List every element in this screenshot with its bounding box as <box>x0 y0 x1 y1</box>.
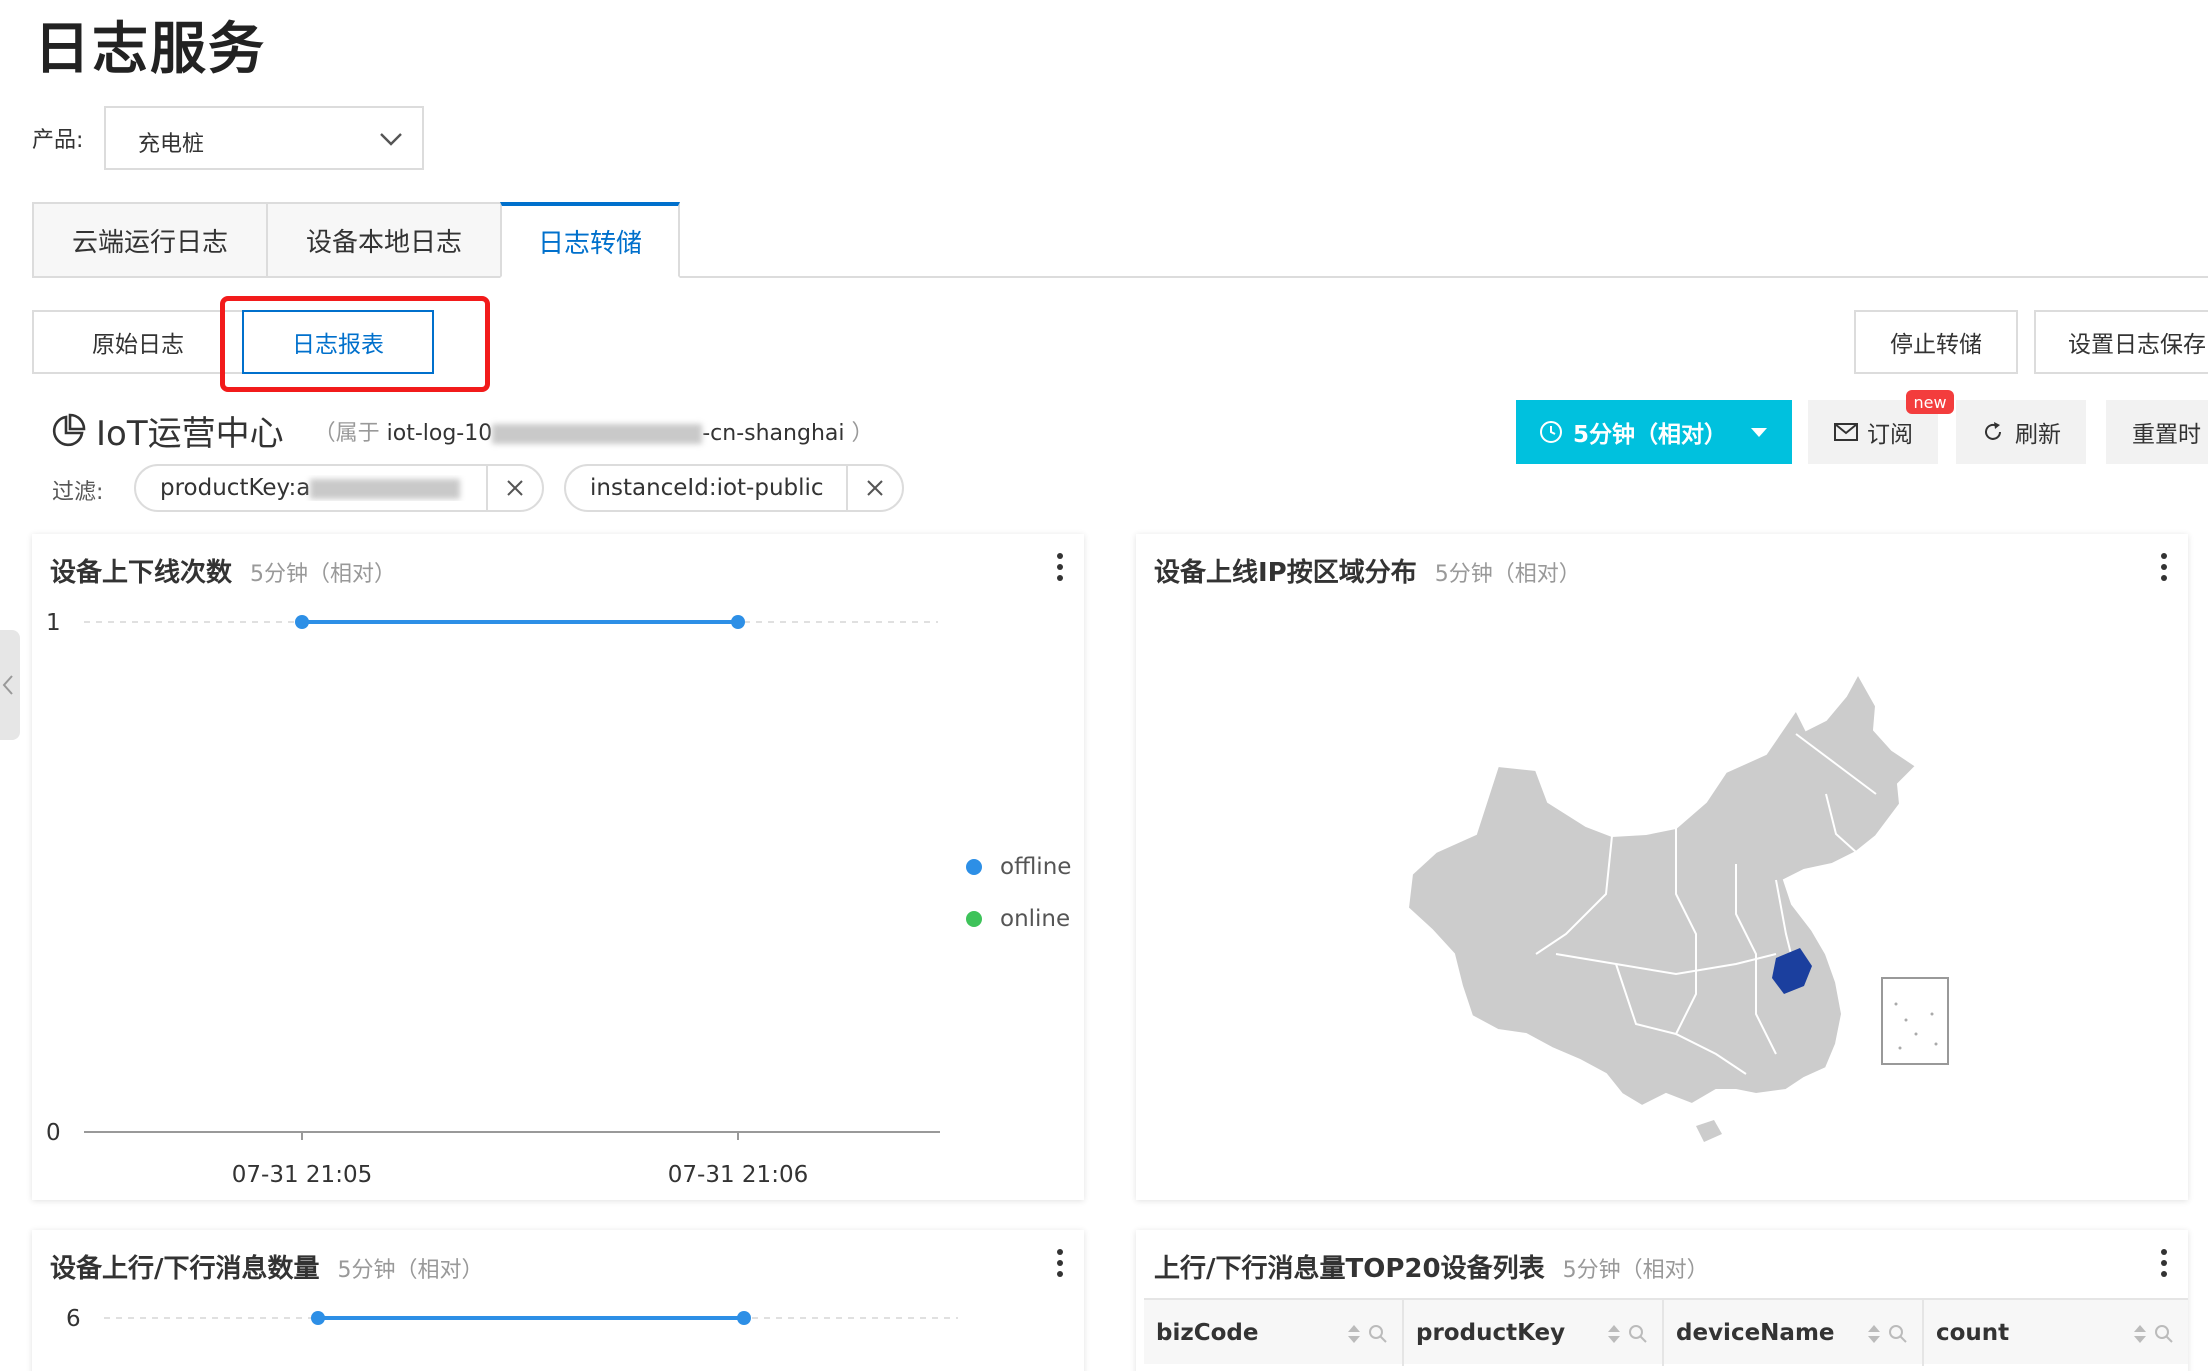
close-icon <box>867 480 883 496</box>
china-region-map <box>1406 671 1949 1142</box>
panel-online-count: 设备上下线次数 5分钟（相对） 1 0 07-31 21:05 07-31 21:06 … <box>32 534 1084 1200</box>
product-label: 产品: <box>32 128 84 153</box>
new-badge: new <box>1906 390 1954 414</box>
remove-filter-button[interactable] <box>486 466 542 510</box>
filter-label: 过滤: <box>52 480 104 505</box>
dashboard-header: IoT运营中心 （属于 iot-log-10 -cn-shanghai ） <box>50 406 874 455</box>
data-point-offline <box>731 615 745 629</box>
blurred-region <box>492 423 703 444</box>
close-icon <box>507 480 523 496</box>
x-tick-label: 07-31 21:05 <box>232 1162 372 1188</box>
column-header-devicename[interactable]: deviceName <box>1664 1300 1924 1366</box>
table-header: bizCode productKey deviceName count <box>1144 1298 2188 1366</box>
remove-filter-button[interactable] <box>846 466 902 510</box>
refresh-icon <box>1985 422 2001 440</box>
stop-dump-button[interactable]: 停止转储 <box>1854 310 2018 374</box>
mail-icon <box>1834 423 1858 441</box>
blurred-region <box>310 478 461 499</box>
y-tick-label: 6 <box>66 1306 81 1332</box>
subscribe-label: 订阅 <box>1867 422 1913 448</box>
tab-cloud-log[interactable]: 云端运行日志 <box>32 202 268 278</box>
data-point <box>737 1311 751 1325</box>
sort-filter-icon[interactable] <box>1864 1322 1910 1346</box>
column-header-count[interactable]: count <box>1924 1300 2188 1366</box>
filter-chip-instance-id: instanceId:iot-public <box>564 464 904 512</box>
map-mainland <box>1406 671 1918 1108</box>
filter-chip-text: productKey:a <box>136 475 486 501</box>
refresh-label: 刷新 <box>2015 422 2061 448</box>
column-header-bizcode[interactable]: bizCode <box>1144 1300 1404 1366</box>
sidebar-collapse-handle[interactable] <box>0 630 20 740</box>
product-select-value: 充电桩 <box>138 132 205 157</box>
tab-device-local-log[interactable]: 设备本地日志 <box>266 202 502 278</box>
tab-log-dump[interactable]: 日志转储 <box>500 202 680 278</box>
owner-project-id: iot-log-10 <box>386 420 493 446</box>
panel-top20: 上行/下行消息量TOP20设备列表 5分钟（相对） bizCode product… <box>1136 1230 2188 1371</box>
filter-chip-text: instanceId:iot-public <box>590 475 824 501</box>
data-point <box>311 1311 325 1325</box>
time-range-button[interactable]: 5分钟（相对） <box>1516 400 1792 464</box>
y-tick-label: 1 <box>46 610 61 636</box>
legend-dot <box>966 911 982 927</box>
panel-title: 上行/下行消息量TOP20设备列表 5分钟（相对） <box>1154 1254 1709 1284</box>
map-hainan <box>1696 1120 1722 1142</box>
chevron-down-icon <box>380 133 402 146</box>
map-south-sea-inset <box>1881 977 1949 1065</box>
log-tabs: 云端运行日志 设备本地日志 日志转储 <box>32 202 2208 278</box>
sort-filter-icon[interactable] <box>1604 1322 1650 1346</box>
panel-ip-region: 设备上线IP按区域分布 5分钟（相对） <box>1136 534 2188 1200</box>
online-count-chart: 1 0 07-31 21:05 07-31 21:06 <box>46 610 940 1188</box>
caret-down-icon <box>1751 428 1767 437</box>
pie-chart-icon <box>52 413 86 446</box>
clock-icon <box>1539 421 1562 443</box>
legend-dot <box>966 859 982 875</box>
reset-time-button[interactable]: 重置时 <box>2106 400 2208 464</box>
msg-count-chart: 6 <box>66 1306 958 1332</box>
page-title: 日志服务 <box>34 17 266 82</box>
dashboard-owner: （属于 iot-log-10 -cn-shanghai ） <box>313 420 874 446</box>
chevron-left-icon <box>2 675 13 695</box>
x-tick-label: 07-31 21:06 <box>668 1162 808 1188</box>
more-menu-icon[interactable] <box>2158 1248 2170 1278</box>
highlight-annotation <box>220 296 490 392</box>
product-select[interactable]: 充电桩 <box>104 106 424 170</box>
y-tick-label: 0 <box>46 1120 61 1146</box>
subtab-raw-log[interactable]: 原始日志 <box>32 310 244 374</box>
legend-offline[interactable]: offline <box>966 854 1071 880</box>
legend-online[interactable]: online <box>966 906 1070 932</box>
column-header-productkey[interactable]: productKey <box>1404 1300 1664 1366</box>
sort-filter-icon[interactable] <box>2130 1322 2176 1346</box>
data-point-offline <box>295 615 309 629</box>
set-retention-button[interactable]: 设置日志保存 <box>2034 310 2208 374</box>
dashboard-name: IoT运营中心 <box>96 414 284 454</box>
refresh-button[interactable]: 刷新 <box>1956 400 2086 464</box>
time-range-label: 5分钟（相对） <box>1572 422 1727 448</box>
sort-filter-icon[interactable] <box>1344 1322 1390 1346</box>
panel-msg-count: 设备上行/下行消息数量 5分钟（相对） 6 <box>32 1230 1084 1371</box>
filter-chip-product-key: productKey:a <box>134 464 544 512</box>
